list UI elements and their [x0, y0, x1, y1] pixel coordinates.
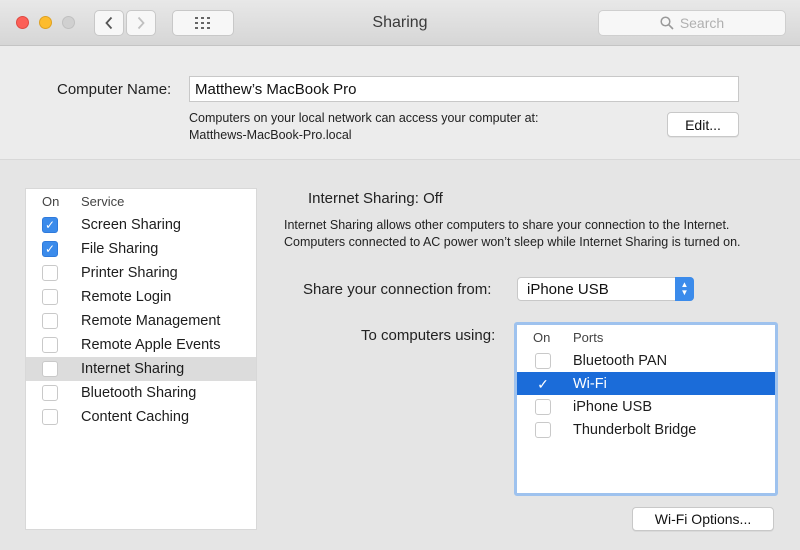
service-label: Remote Management: [81, 313, 221, 329]
port-row-bluetooth-pan[interactable]: Bluetooth PAN: [517, 349, 775, 372]
remote-apple-events-checkbox[interactable]: [42, 337, 58, 353]
service-label: Printer Sharing: [81, 265, 178, 281]
internet-sharing-checkbox[interactable]: [42, 361, 58, 377]
show-all-button[interactable]: [172, 10, 234, 36]
service-row-file-sharing[interactable]: ✓ File Sharing: [26, 237, 256, 261]
service-column-header: Service: [81, 193, 125, 209]
service-row-remote-login[interactable]: Remote Login: [26, 285, 256, 309]
remote-management-checkbox[interactable]: [42, 313, 58, 329]
port-label: iPhone USB: [573, 398, 652, 415]
service-row-remote-management[interactable]: Remote Management: [26, 309, 256, 333]
search-field[interactable]: Search: [598, 10, 786, 36]
ports-on-column-header: On: [533, 329, 551, 345]
port-label: Bluetooth PAN: [573, 352, 668, 369]
computer-name-section: Computer Name: Matthew’s MacBook Pro Com…: [0, 46, 800, 160]
network-access-text: Computers on your local network can acce…: [189, 111, 539, 125]
computer-name-label: Computer Name:: [57, 81, 172, 98]
back-button[interactable]: [94, 10, 124, 36]
up-down-arrows-icon: ▲ ▼: [675, 277, 694, 301]
port-label: Thunderbolt Bridge: [573, 421, 697, 438]
port-label: Wi-Fi: [573, 375, 607, 392]
service-row-remote-apple-events[interactable]: Remote Apple Events: [26, 333, 256, 357]
internet-sharing-description: Internet Sharing allows other computers …: [284, 218, 741, 249]
thunderbolt-bridge-checkbox[interactable]: [535, 421, 551, 438]
sharing-main: On Service ✓ Screen Sharing ✓ File Shari…: [0, 160, 800, 550]
zoom-window-button[interactable]: [62, 16, 75, 29]
grid-icon: [195, 17, 210, 29]
close-window-button[interactable]: [16, 16, 29, 29]
service-label: File Sharing: [81, 241, 159, 257]
service-row-internet-sharing[interactable]: Internet Sharing: [26, 357, 256, 381]
service-row-bluetooth-sharing[interactable]: Bluetooth Sharing: [26, 381, 256, 405]
service-list-header: On Service: [26, 189, 256, 213]
bluetooth-sharing-checkbox[interactable]: [42, 385, 58, 401]
chevron-right-icon: [137, 16, 145, 30]
minimize-window-button[interactable]: [39, 16, 52, 29]
port-row-thunderbolt-bridge[interactable]: Thunderbolt Bridge: [517, 418, 775, 441]
search-icon: [660, 16, 674, 30]
chevron-left-icon: [105, 16, 113, 30]
service-row-screen-sharing[interactable]: ✓ Screen Sharing: [26, 213, 256, 237]
forward-button[interactable]: [126, 10, 156, 36]
search-placeholder: Search: [679, 15, 725, 31]
title-bar: Sharing Search: [0, 0, 800, 46]
service-list: On Service ✓ Screen Sharing ✓ File Shari…: [25, 188, 257, 530]
wifi-checkbox[interactable]: ✓: [535, 376, 551, 392]
share-from-select[interactable]: iPhone USB ▲ ▼: [517, 277, 694, 301]
wifi-options-button[interactable]: Wi-Fi Options...: [632, 507, 774, 531]
service-label: Bluetooth Sharing: [81, 385, 197, 401]
share-from-value: iPhone USB: [527, 281, 609, 298]
service-label: Remote Login: [81, 289, 172, 305]
file-sharing-checkbox[interactable]: ✓: [42, 241, 58, 257]
window-title: Sharing: [372, 14, 428, 31]
service-label: Internet Sharing: [81, 361, 185, 377]
content-caching-checkbox[interactable]: [42, 409, 58, 425]
on-column-header: On: [42, 193, 60, 209]
computer-name-field[interactable]: Matthew’s MacBook Pro: [189, 76, 739, 102]
internet-sharing-status: Internet Sharing: Off: [308, 190, 443, 207]
printer-sharing-checkbox[interactable]: [42, 265, 58, 281]
share-from-label: Share your connection from:: [303, 281, 492, 298]
service-label: Content Caching: [81, 409, 190, 425]
ports-list: On Ports Bluetooth PAN ✓ Wi-Fi iPhone US…: [514, 322, 778, 496]
service-row-printer-sharing[interactable]: Printer Sharing: [26, 261, 256, 285]
iphone-usb-checkbox[interactable]: [535, 398, 551, 415]
edit-button[interactable]: Edit...: [667, 112, 739, 137]
ports-list-header: On Ports: [517, 325, 775, 349]
to-computers-label: To computers using:: [361, 327, 496, 344]
port-row-wifi[interactable]: ✓ Wi-Fi: [517, 372, 775, 395]
ports-column-header: Ports: [573, 329, 604, 345]
service-label: Remote Apple Events: [81, 337, 221, 353]
screen-sharing-checkbox[interactable]: ✓: [42, 217, 58, 233]
local-hostname: Matthews-MacBook-Pro.local: [189, 128, 352, 142]
computer-name-description: Computers on your local network can acce…: [189, 110, 538, 144]
bluetooth-pan-checkbox[interactable]: [535, 352, 551, 369]
service-row-content-caching[interactable]: Content Caching: [26, 405, 256, 429]
remote-login-checkbox[interactable]: [42, 289, 58, 305]
port-row-iphone-usb[interactable]: iPhone USB: [517, 395, 775, 418]
service-label: Screen Sharing: [81, 217, 181, 233]
